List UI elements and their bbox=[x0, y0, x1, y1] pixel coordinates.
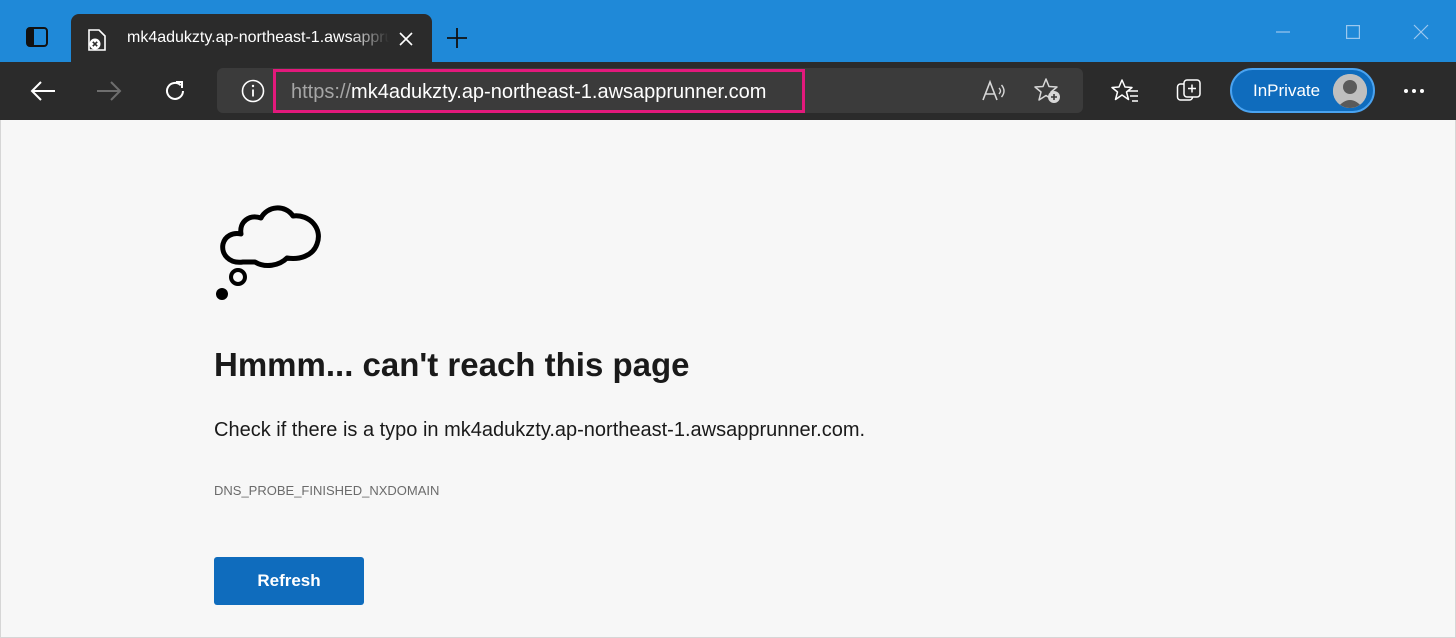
refresh-icon bbox=[166, 81, 184, 100]
maximize-icon bbox=[1346, 25, 1360, 39]
new-tab-button[interactable] bbox=[441, 22, 473, 54]
active-tab[interactable]: mk4adukzty.ap-northeast-1.awsapprunner.c… bbox=[71, 14, 432, 62]
error-page-icon bbox=[86, 28, 108, 52]
inprivate-profile-button[interactable]: InPrivate bbox=[1230, 68, 1375, 113]
minimize-button[interactable] bbox=[1263, 16, 1303, 48]
site-info-button[interactable] bbox=[239, 77, 267, 105]
tab-actions-icon bbox=[26, 26, 48, 52]
error-description: Check if there is a typo in mk4adukzty.a… bbox=[214, 419, 866, 441]
add-favorite-icon bbox=[1034, 78, 1060, 103]
favorites-button[interactable] bbox=[1105, 71, 1145, 111]
url-host: mk4adukzty.ap-northeast-1.awsapprunner.c… bbox=[351, 81, 767, 103]
toolbar: https://mk4adukzty.ap-northeast-1.awsapp… bbox=[0, 62, 1456, 120]
address-bar[interactable]: https://mk4adukzty.ap-northeast-1.awsapp… bbox=[217, 68, 1083, 113]
url-text[interactable]: https://mk4adukzty.ap-northeast-1.awsapp… bbox=[291, 81, 766, 103]
maximize-button[interactable] bbox=[1333, 16, 1373, 48]
more-icon bbox=[1404, 89, 1424, 93]
page-content: Hmmm... can't reach this page Check if t… bbox=[0, 120, 1456, 638]
url-scheme: https:// bbox=[291, 81, 352, 103]
thought-cloud-icon bbox=[216, 205, 321, 300]
back-icon bbox=[30, 81, 55, 101]
forward-button[interactable] bbox=[89, 71, 129, 111]
avatar bbox=[1333, 74, 1367, 108]
tab-close-button[interactable] bbox=[393, 26, 419, 52]
collections-button[interactable] bbox=[1170, 71, 1210, 111]
inprivate-label: InPrivate bbox=[1253, 81, 1321, 100]
minimize-icon bbox=[1276, 31, 1290, 33]
back-button[interactable] bbox=[23, 71, 63, 111]
read-aloud-button[interactable] bbox=[979, 76, 1009, 106]
read-aloud-icon bbox=[982, 79, 1005, 101]
tab-title: mk4adukzty.ap-northeast-1.awsapprunner.c… bbox=[127, 29, 389, 46]
page-title: Hmmm... can't reach this page bbox=[214, 346, 690, 383]
title-bar: mk4adukzty.ap-northeast-1.awsapprunner.c… bbox=[0, 0, 1456, 62]
error-code: DNS_PROBE_FINISHED_NXDOMAIN bbox=[214, 483, 440, 498]
add-favorite-button[interactable] bbox=[1033, 76, 1063, 106]
collections-icon bbox=[1176, 79, 1201, 101]
close-icon bbox=[399, 32, 413, 46]
settings-menu-button[interactable] bbox=[1394, 71, 1434, 111]
close-window-button[interactable] bbox=[1401, 16, 1441, 48]
refresh-button[interactable]: Refresh bbox=[214, 557, 364, 605]
info-icon bbox=[241, 79, 265, 103]
reload-button[interactable] bbox=[155, 71, 195, 111]
plus-icon bbox=[447, 28, 467, 48]
forward-icon bbox=[97, 81, 122, 101]
tab-actions-button[interactable] bbox=[14, 22, 60, 56]
close-icon bbox=[1413, 24, 1429, 40]
favorites-icon bbox=[1111, 79, 1138, 102]
